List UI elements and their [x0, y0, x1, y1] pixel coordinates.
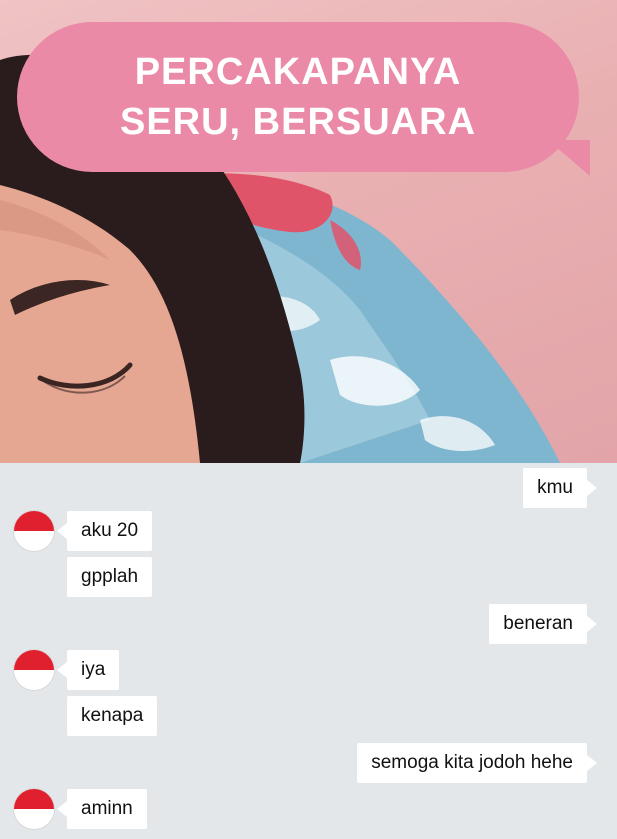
indonesia-flag-avatar-icon[interactable] — [14, 511, 54, 551]
message-bubble-received[interactable]: aminn — [57, 789, 147, 829]
message-bubble-received[interactable]: iya — [56, 650, 120, 690]
background-photo: PERCAKAPANYA SERU, BERSUARA — [0, 0, 617, 463]
chat-area: kmu aku 20 gpplah beneran iya kenapa sem… — [0, 463, 617, 839]
banner-line-1: PERCAKAPANYA — [134, 51, 462, 93]
banner-line-2: SERU, BERSUARA — [119, 101, 477, 143]
message-bubble-sent[interactable]: beneran — [489, 604, 597, 644]
message-bubble-sent[interactable]: kmu — [523, 468, 597, 508]
message-bubble-sent[interactable]: semoga kita jodoh hehe — [357, 743, 597, 783]
speech-banner: PERCAKAPANYA SERU, BERSUARA — [17, 22, 579, 172]
message-bubble-received[interactable]: kenapa — [67, 696, 158, 736]
speech-banner-tail — [548, 140, 590, 176]
message-bubble-received[interactable]: gpplah — [67, 557, 153, 597]
indonesia-flag-avatar-icon[interactable] — [14, 789, 54, 829]
message-bubble-received[interactable]: aku 20 — [56, 511, 153, 551]
indonesia-flag-avatar-icon[interactable] — [14, 650, 54, 690]
